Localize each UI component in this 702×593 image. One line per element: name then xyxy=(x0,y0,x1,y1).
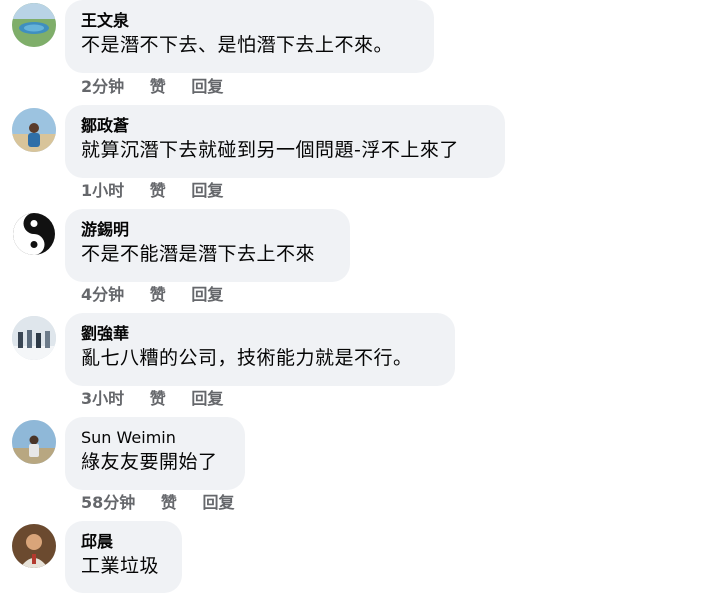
comment-text: 綠友友要開始了 xyxy=(81,451,218,473)
comment-time[interactable]: 1小时 xyxy=(81,181,124,200)
comment-bubble: 王文泉 不是潛不下去、是怕潛下去上不來。 xyxy=(65,0,434,73)
like-link[interactable]: 赞 xyxy=(161,493,177,512)
reply-link[interactable]: 回复 xyxy=(191,181,223,200)
like-link[interactable]: 赞 xyxy=(150,181,166,200)
comment-bubble: 鄒政蒼 就算沉潛下去就碰到另一個問題-浮不上來了 xyxy=(65,105,505,178)
comment-actions: 58分钟 赞 回复 xyxy=(81,493,254,513)
comment-author[interactable]: 劉強華 xyxy=(81,323,439,345)
comment-actions: 4分钟 赞 回复 xyxy=(81,285,243,305)
comment-text: 工業垃圾 xyxy=(81,555,160,577)
reply-link[interactable]: 回复 xyxy=(191,389,223,408)
comment-bubble: 劉強華 亂七八糟的公司，技術能力就是不行。 xyxy=(65,313,455,386)
avatar-man-portrait-image xyxy=(12,524,56,568)
comment-author[interactable]: 王文泉 xyxy=(81,10,418,32)
avatar[interactable] xyxy=(12,420,56,464)
comment-bubble: 游錫明 不是不能潛是潛下去上不來 xyxy=(65,209,350,282)
comment-text: 不是不能潛是潛下去上不來 xyxy=(81,243,316,265)
comment-author[interactable]: 游錫明 xyxy=(81,219,334,241)
avatar-snow-group-image xyxy=(12,316,56,360)
like-link[interactable]: 赞 xyxy=(150,285,166,304)
comment-author[interactable]: 鄒政蒼 xyxy=(81,115,489,137)
avatar-person-beach-image xyxy=(12,108,56,152)
comment-actions: 1小时 赞 回复 xyxy=(81,181,243,201)
reply-link[interactable]: 回复 xyxy=(202,493,234,512)
comment-time[interactable]: 3小时 xyxy=(81,389,124,408)
comment-bubble: Sun Weimin 綠友友要開始了 xyxy=(65,417,245,490)
avatar[interactable] xyxy=(12,316,56,360)
avatar-lake-image xyxy=(12,3,56,47)
reply-link[interactable]: 回复 xyxy=(191,285,223,304)
avatar[interactable] xyxy=(12,212,56,256)
comment-text: 就算沉潛下去就碰到另一個問題-浮不上來了 xyxy=(81,139,459,161)
comment-text: 不是潛不下去、是怕潛下去上不來。 xyxy=(81,34,394,56)
comment-actions: 2分钟 赞 回复 xyxy=(81,77,243,97)
comment-actions: 3小时 赞 回复 xyxy=(81,389,243,409)
comment-author[interactable]: Sun Weimin xyxy=(81,427,229,449)
avatar[interactable] xyxy=(12,108,56,152)
comment-author[interactable]: 邱晨 xyxy=(81,531,166,553)
comment-text: 亂七八糟的公司，技術能力就是不行。 xyxy=(81,347,413,369)
like-link[interactable]: 赞 xyxy=(150,389,166,408)
yin-yang-icon xyxy=(13,213,55,255)
avatar[interactable] xyxy=(12,524,56,568)
avatar-person-outdoor-image xyxy=(12,420,56,464)
like-link[interactable]: 赞 xyxy=(150,77,166,96)
comment-time[interactable]: 58分钟 xyxy=(81,493,135,512)
comment-bubble: 邱晨 工業垃圾 xyxy=(65,521,182,593)
reply-link[interactable]: 回复 xyxy=(191,77,223,96)
avatar[interactable] xyxy=(12,3,56,47)
comment-time[interactable]: 2分钟 xyxy=(81,77,124,96)
comment-time[interactable]: 4分钟 xyxy=(81,285,124,304)
